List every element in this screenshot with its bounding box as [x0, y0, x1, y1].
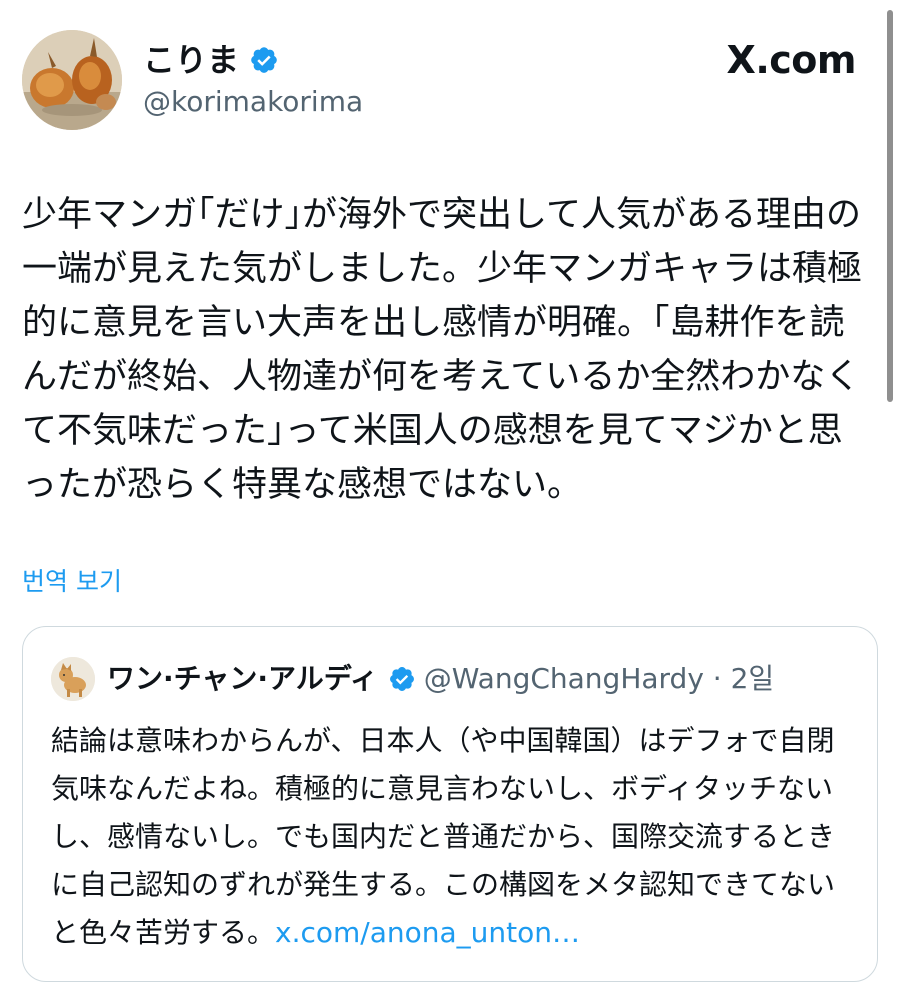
quoted-display-name[interactable]: ワン·チャン·アルディ: [107, 657, 378, 701]
onion-painting-icon: [22, 30, 122, 130]
author-name-row[interactable]: こりま: [143, 38, 279, 82]
vertical-scrollbar[interactable]: [886, 0, 900, 994]
scrollbar-thumb[interactable]: [887, 10, 893, 402]
tweet-screenshot: こりま @korimakorima X.com 少年マンガ｢だけ｣が海外で突出し…: [0, 0, 900, 994]
shiba-dog-icon: [51, 657, 95, 701]
author-avatar[interactable]: [22, 30, 122, 130]
quoted-link[interactable]: x.com/anona_unton…: [275, 916, 580, 949]
verified-badge-icon: [389, 667, 414, 691]
x-logo: X.com: [726, 38, 857, 82]
quoted-author-avatar[interactable]: [51, 657, 95, 701]
quoted-tweet-text: 結論は意味わからんが、日本人（や中国韓国）はデフォで自閉気味なんだよね。積極的に…: [51, 717, 851, 957]
author-display-name[interactable]: こりま: [143, 38, 239, 82]
quoted-tweet-header: ワン·チャン·アルディ @WangChangHardy · 2일: [107, 657, 774, 701]
author-handle[interactable]: @korimakorima: [143, 84, 363, 120]
quoted-tweet-card[interactable]: ワン·チャン·アルディ @WangChangHardy · 2일 結論は意味わか…: [22, 626, 878, 982]
quoted-handle-and-time[interactable]: @WangChangHardy · 2일: [424, 657, 774, 701]
tweet-text: 少年マンガ｢だけ｣が海外で突出して人気がある理由の一端が見えた気がしました。少年…: [22, 195, 863, 505]
verified-badge-icon: [251, 47, 277, 73]
translate-link[interactable]: 번역 보기: [22, 564, 122, 600]
